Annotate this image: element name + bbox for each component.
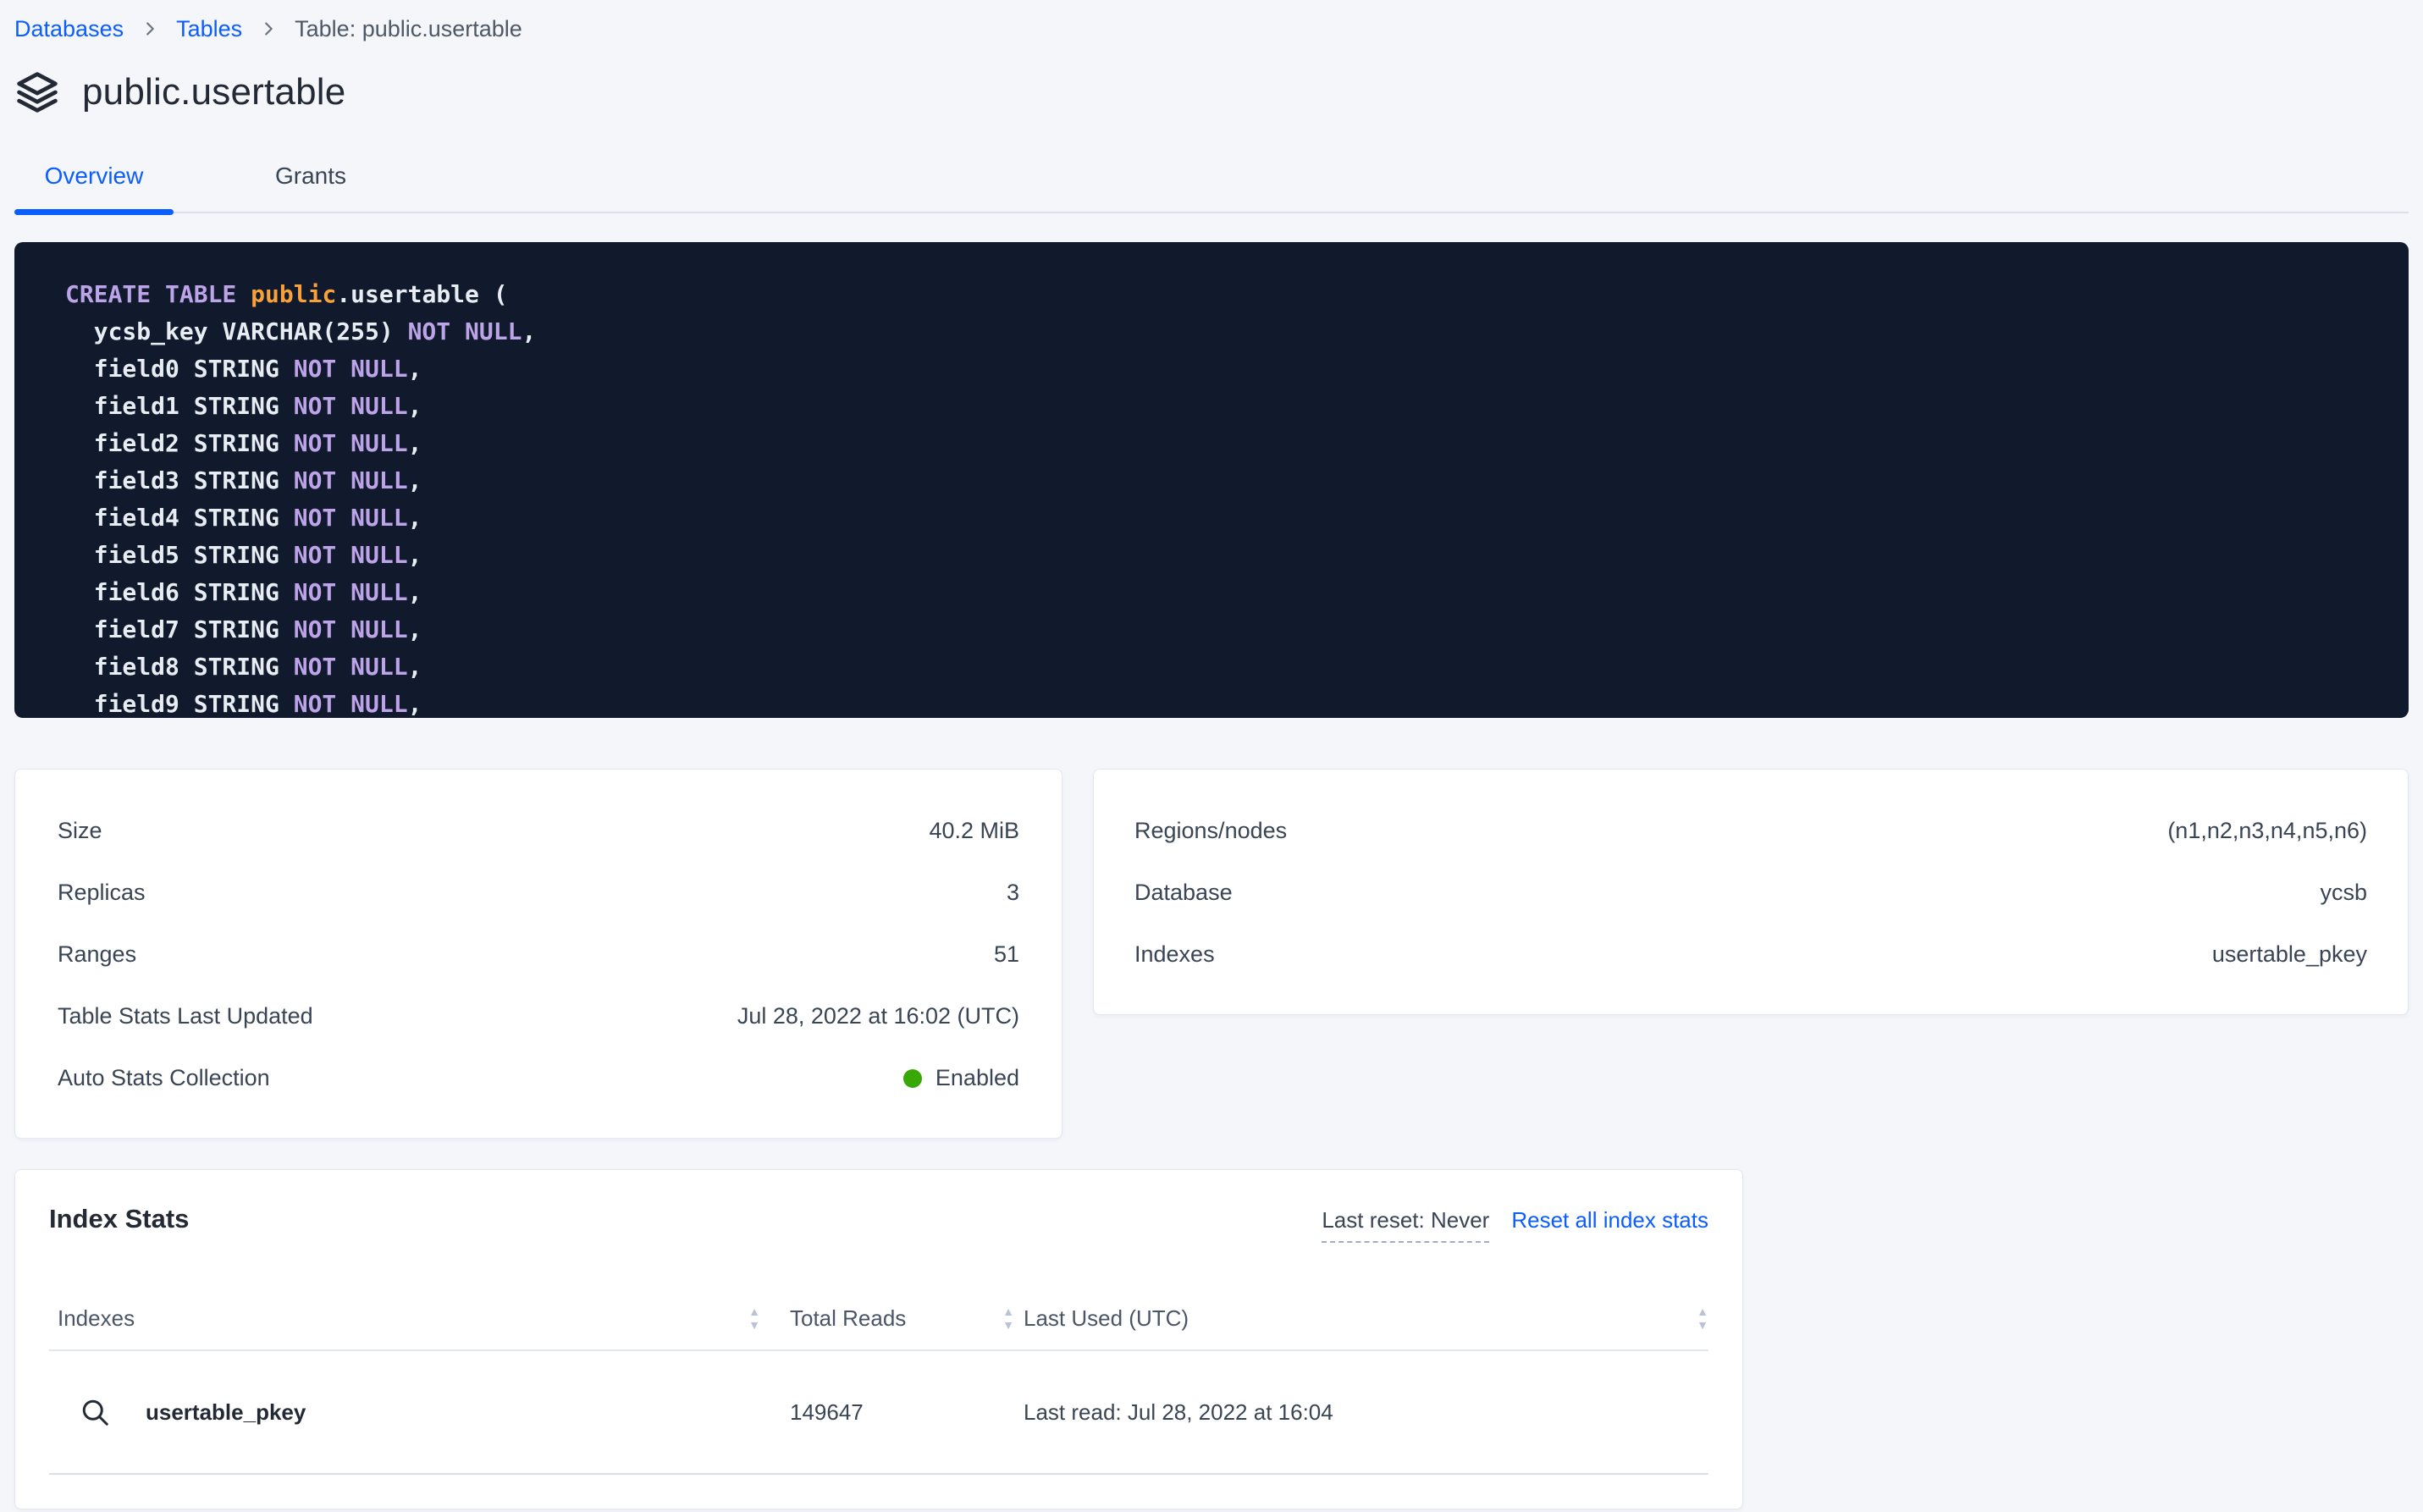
sql-line: field2 STRING NOT NULL, [65, 425, 2375, 462]
stat-value: Jul 28, 2022 at 16:02 (UTC) [737, 1003, 1019, 1029]
breadcrumb: Databases Tables Table: public.usertable [14, 10, 2409, 47]
index-stats-header: Index Stats Last reset: Never Reset all … [49, 1204, 1708, 1243]
last-reset-label: Last reset: Never [1322, 1207, 1489, 1243]
stat-row: Indexes usertable_pkey [1134, 924, 2367, 985]
last-used-value: Last read: Jul 28, 2022 at 16:04 [1024, 1399, 1333, 1426]
reset-area: Last reset: Never Reset all index stats [1322, 1207, 1708, 1243]
sql-line: field5 STRING NOT NULL, [65, 537, 2375, 574]
chevron-right-icon [259, 19, 278, 38]
breadcrumb-link-databases[interactable]: Databases [14, 16, 124, 42]
stat-value: Enabled [903, 1065, 1019, 1091]
sql-line: field7 STRING NOT NULL, [65, 611, 2375, 648]
column-header-total-reads: Total Reads ▲▼ [760, 1305, 1014, 1332]
total-reads-value: 149647 [790, 1399, 864, 1426]
sql-line: field6 STRING NOT NULL, [65, 574, 2375, 611]
column-label: Last Used (UTC) [1024, 1305, 1189, 1332]
index-stats-title: Index Stats [49, 1204, 189, 1234]
column-header-last-used: Last Used (UTC) ▲▼ [1014, 1305, 1708, 1332]
reset-index-stats-link[interactable]: Reset all index stats [1511, 1207, 1708, 1233]
stat-value: usertable_pkey [2212, 941, 2367, 968]
stat-label: Replicas [58, 880, 146, 906]
chevron-right-icon [141, 19, 159, 38]
stat-row: Size 40.2 MiB [58, 800, 1019, 862]
breadcrumb-link-tables[interactable]: Tables [176, 16, 242, 42]
sort-icon[interactable]: ▲▼ [1002, 1307, 1014, 1329]
layers-icon [14, 69, 60, 115]
stat-label: Ranges [58, 941, 136, 968]
table-row: usertable_pkey 149647 Last read: Jul 28,… [49, 1351, 1708, 1475]
sql-line: ycsb_key VARCHAR(255) NOT NULL, [65, 313, 2375, 350]
index-name-link[interactable]: usertable_pkey [146, 1399, 306, 1426]
index-name-cell: usertable_pkey [49, 1397, 760, 1427]
column-header-indexes: Indexes ▲▼ [49, 1305, 760, 1332]
column-label: Total Reads [790, 1305, 906, 1332]
tab-overview[interactable]: Overview [14, 163, 174, 212]
sort-icon[interactable]: ▲▼ [1697, 1307, 1708, 1329]
stat-row: Database ycsb [1134, 862, 2367, 924]
stat-value: 51 [994, 941, 1019, 968]
stat-label: Indexes [1134, 941, 1215, 968]
page-header: public.usertable [14, 69, 2409, 115]
table-details-page: Databases Tables Table: public.usertable… [0, 10, 2423, 1509]
sql-line: field3 STRING NOT NULL, [65, 462, 2375, 499]
tab-bar: Overview Grants [14, 163, 2409, 213]
stat-label: Table Stats Last Updated [58, 1003, 313, 1029]
stat-value: 40.2 MiB [929, 818, 1019, 844]
stat-row: Regions/nodes (n1,n2,n3,n4,n5,n6) [1134, 800, 2367, 862]
index-stats-card: Index Stats Last reset: Never Reset all … [14, 1169, 1743, 1509]
column-label: Indexes [58, 1305, 135, 1332]
stat-row: Table Stats Last Updated Jul 28, 2022 at … [58, 985, 1019, 1047]
stat-row: Ranges 51 [58, 924, 1019, 985]
stat-value: (n1,n2,n3,n4,n5,n6) [2167, 818, 2367, 844]
detail-cards: Size 40.2 MiB Replicas 3 Ranges 51 Table Stats… [14, 769, 2409, 1139]
table-stats-card: Size 40.2 MiB Replicas 3 Ranges 51 Table Stats… [14, 769, 1062, 1139]
sort-icon[interactable]: ▲▼ [748, 1307, 760, 1329]
index-stats-table: Indexes ▲▼ Total Reads ▲▼ Last Used (UTC… [49, 1287, 1708, 1475]
index-stats-table-header: Indexes ▲▼ Total Reads ▲▼ Last Used (UTC… [49, 1287, 1708, 1351]
sql-line: field8 STRING NOT NULL, [65, 648, 2375, 686]
table-meta-card: Regions/nodes (n1,n2,n3,n4,n5,n6) Database… [1093, 769, 2409, 1015]
page-title: public.usertable [82, 71, 345, 113]
total-reads-cell: 149647 [760, 1399, 1014, 1426]
stat-row: Replicas 3 [58, 862, 1019, 924]
stat-value: ycsb [2320, 880, 2367, 906]
create-table-sql-box[interactable]: CREATE TABLE public.usertable ( ycsb_key… [14, 242, 2409, 718]
sql-line: field4 STRING NOT NULL, [65, 499, 2375, 537]
stat-value: 3 [1007, 880, 1019, 906]
stat-row: Auto Stats Collection Enabled [58, 1047, 1019, 1109]
search-icon[interactable] [80, 1397, 110, 1427]
breadcrumb-current: Table: public.usertable [295, 16, 522, 42]
stat-label: Regions/nodes [1134, 818, 1287, 844]
sql-line: CREATE TABLE public.usertable ( [65, 276, 2375, 313]
sql-line: field1 STRING NOT NULL, [65, 388, 2375, 425]
last-used-cell: Last read: Jul 28, 2022 at 16:04 [1014, 1399, 1708, 1426]
stat-label: Size [58, 818, 102, 844]
sql-line: field0 STRING NOT NULL, [65, 350, 2375, 388]
status-dot-icon [903, 1069, 922, 1088]
stat-label: Auto Stats Collection [58, 1065, 270, 1091]
stat-label: Database [1134, 880, 1233, 906]
sql-line: field9 STRING NOT NULL, [65, 686, 2375, 718]
tab-grants[interactable]: Grants [268, 163, 353, 212]
